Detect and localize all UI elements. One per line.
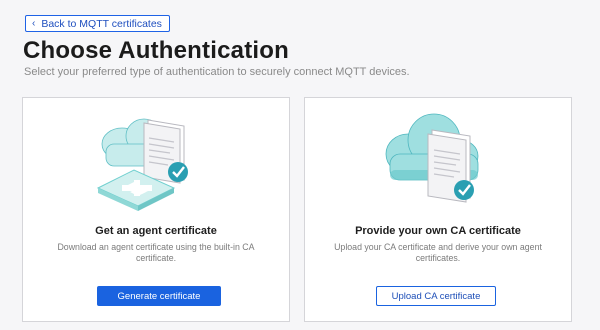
chevron-left-icon: ‹ — [32, 17, 36, 29]
card-title: Provide your own CA certificate — [355, 225, 521, 237]
card-description: Download an agent certificate using the … — [57, 242, 255, 263]
page-title: Choose Authentication — [23, 37, 289, 64]
page-subtitle: Select your preferred type of authentica… — [24, 66, 410, 78]
card-description: Upload your CA certificate and derive yo… — [334, 242, 542, 263]
card-title: Get an agent certificate — [95, 225, 217, 237]
back-to-mqtt-certificates-link[interactable]: ‹ Back to MQTT certificates — [25, 15, 170, 32]
upload-ca-certificate-button[interactable]: Upload CA certificate — [376, 286, 496, 306]
page: ‹ Back to MQTT certificates Choose Authe… — [0, 0, 600, 330]
generate-certificate-button[interactable]: Generate certificate — [97, 286, 221, 306]
ca-certificate-card: Provide your own CA certificate Upload y… — [304, 97, 572, 322]
back-link-label: Back to MQTT certificates — [41, 17, 162, 30]
ca-certificate-illustration-icon — [385, 113, 479, 203]
agent-certificate-illustration-icon — [96, 118, 188, 211]
agent-certificate-card: Get an agent certificate Download an age… — [22, 97, 290, 322]
